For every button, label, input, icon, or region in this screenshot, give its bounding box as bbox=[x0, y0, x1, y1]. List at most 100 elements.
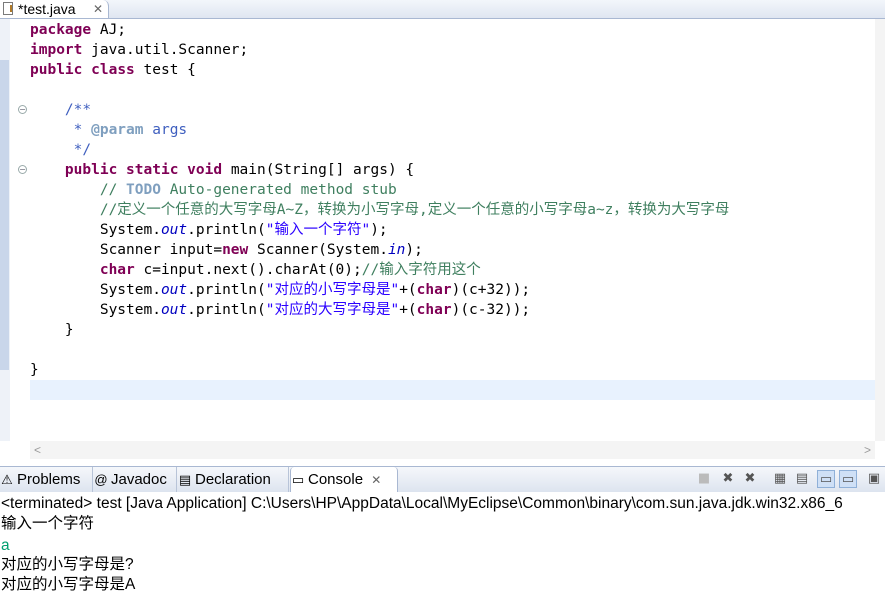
terminate-icon[interactable]: ■ bbox=[695, 470, 713, 488]
code-token: "对应的大写字母是" bbox=[265, 302, 400, 318]
code-line[interactable]: System.out.println("输入一个字符"); bbox=[30, 220, 875, 240]
tab-label: Declaration bbox=[195, 471, 271, 488]
tab-declaration[interactable]: ▤ Declaration bbox=[178, 467, 289, 492]
code-token: "输入一个字符" bbox=[265, 222, 371, 238]
code-line[interactable] bbox=[30, 80, 875, 100]
code-line[interactable]: System.out.println("对应的大写字母是"+(char)(c-3… bbox=[30, 300, 875, 320]
code-token: char bbox=[416, 282, 452, 298]
code-token: //定义一个任意的大写字母A~Z，转换为小写字母,定义一个任意的小写字母a~z，… bbox=[99, 202, 730, 218]
code-editor[interactable]: − − package AJ; import java.util.Scanner;… bbox=[0, 19, 885, 459]
scroll-left-icon[interactable]: < bbox=[34, 441, 41, 459]
display-console-icon[interactable]: ▣ bbox=[865, 470, 883, 488]
code-token: char bbox=[99, 262, 135, 278]
declaration-icon: ▤ bbox=[178, 472, 192, 487]
horizontal-scrollbar[interactable]: < > bbox=[30, 441, 875, 459]
console-line: 对应的小写字母是? bbox=[1, 556, 134, 573]
editor-tab-label: *test.java bbox=[18, 1, 76, 17]
tab-label: Problems bbox=[17, 471, 81, 488]
tab-javadoc[interactable]: @ Javadoc bbox=[94, 467, 177, 492]
console-line: 输入一个字符 bbox=[1, 515, 95, 532]
fold-gutter: − − bbox=[10, 19, 30, 441]
tab-console[interactable]: ▭ Console ✕ bbox=[290, 467, 398, 492]
code-line[interactable]: /** bbox=[30, 100, 875, 120]
code-token: new bbox=[222, 242, 249, 258]
code-line[interactable] bbox=[30, 380, 875, 400]
code-token: package bbox=[30, 22, 92, 38]
remove-launch-icon[interactable]: ✖ bbox=[719, 470, 737, 488]
code-token: /** bbox=[64, 102, 92, 118]
code-token: } bbox=[30, 322, 74, 338]
vertical-scrollbar[interactable] bbox=[875, 19, 885, 441]
console-header: <terminated> test [Java Application] C:\… bbox=[1, 495, 843, 512]
console-input-line: a bbox=[1, 537, 10, 554]
code-token: out bbox=[160, 222, 188, 238]
code-token: out bbox=[160, 302, 188, 318]
tab-label: Console bbox=[308, 471, 364, 488]
ruler-range-indicator bbox=[0, 60, 9, 370]
code-line[interactable]: import java.util.Scanner; bbox=[30, 40, 875, 60]
code-token: +( bbox=[399, 302, 417, 318]
code-token: ); bbox=[370, 222, 388, 238]
code-line[interactable]: } bbox=[30, 360, 875, 380]
javadoc-icon: @ bbox=[94, 472, 108, 487]
fold-collapse-icon[interactable]: − bbox=[18, 105, 27, 114]
console-icon: ▭ bbox=[291, 472, 305, 487]
code-token: )(c-32)); bbox=[451, 302, 531, 318]
tab-problems[interactable]: ⚠ Problems bbox=[0, 467, 93, 492]
code-token: } bbox=[30, 362, 39, 378]
code-line[interactable]: // TODO Auto-generated method stub bbox=[30, 180, 875, 200]
code-token: class bbox=[91, 62, 135, 78]
code-line[interactable]: char c=input.next().charAt(0);//输入字符用这个 bbox=[30, 260, 875, 280]
show-console-stderr-icon[interactable]: ▭ bbox=[839, 470, 857, 488]
clear-console-icon[interactable]: ▦ bbox=[771, 470, 789, 488]
editor-tab-test-java[interactable]: *test.java ✕ bbox=[0, 0, 109, 18]
code-token: out bbox=[160, 282, 188, 298]
console-output[interactable]: <terminated> test [Java Application] C:\… bbox=[0, 492, 885, 604]
code-token: )(c+32)); bbox=[451, 282, 531, 298]
code-token: // bbox=[99, 182, 127, 198]
java-file-icon bbox=[3, 2, 13, 15]
close-icon[interactable]: ✕ bbox=[93, 0, 103, 18]
code-token: Auto-generated method stub bbox=[160, 182, 397, 198]
code-line[interactable]: //定义一个任意的大写字母A~Z，转换为小写字母,定义一个任意的小写字母a~z，… bbox=[30, 200, 875, 220]
editor-tab-bar: *test.java ✕ bbox=[0, 0, 885, 19]
code-token: .println( bbox=[187, 222, 266, 238]
code-line[interactable]: System.out.println("对应的小写字母是"+(char)(c+3… bbox=[30, 280, 875, 300]
show-console-stdout-icon[interactable]: ▭ bbox=[817, 470, 835, 488]
code-token: main(String[] args) { bbox=[222, 162, 415, 178]
close-icon[interactable]: ✕ bbox=[371, 473, 381, 487]
code-text[interactable]: package AJ; import java.util.Scanner; publ… bbox=[30, 20, 875, 400]
fold-collapse-icon[interactable]: − bbox=[18, 165, 27, 174]
bottom-views-tab-bar: ⚠ Problems @ Javadoc ▤ Declaration ▭ Console… bbox=[0, 466, 885, 493]
scroll-lock-icon[interactable]: ▤ bbox=[793, 470, 811, 488]
code-token: ); bbox=[405, 242, 423, 258]
code-token: public bbox=[64, 162, 118, 178]
code-line[interactable]: package AJ; bbox=[30, 20, 875, 40]
console-line: 对应的小写字母是A bbox=[1, 576, 136, 593]
problems-icon: ⚠ bbox=[1, 472, 13, 487]
code-line[interactable]: */ bbox=[30, 140, 875, 160]
code-token: args bbox=[143, 122, 188, 138]
code-token: void bbox=[187, 162, 223, 178]
remove-all-terminated-icon[interactable]: ✖ bbox=[741, 470, 759, 488]
code-token: char bbox=[416, 302, 452, 318]
code-token: java.util.Scanner; bbox=[82, 42, 249, 58]
code-token: public bbox=[30, 62, 83, 78]
code-token: .println( bbox=[187, 282, 266, 298]
code-line[interactable]: } bbox=[30, 320, 875, 340]
code-line[interactable]: public static void main(String[] args) { bbox=[30, 160, 875, 180]
code-line[interactable]: Scanner input=new Scanner(System.in); bbox=[30, 240, 875, 260]
code-line[interactable] bbox=[30, 340, 875, 360]
code-token: static bbox=[126, 162, 179, 178]
code-token: */ bbox=[30, 142, 92, 158]
code-token: c=input.next().charAt(0); bbox=[134, 262, 362, 278]
code-token: test { bbox=[134, 62, 196, 78]
scroll-right-icon[interactable]: > bbox=[864, 441, 871, 459]
code-line[interactable]: * @param args bbox=[30, 120, 875, 140]
code-line[interactable]: public class test { bbox=[30, 60, 875, 80]
